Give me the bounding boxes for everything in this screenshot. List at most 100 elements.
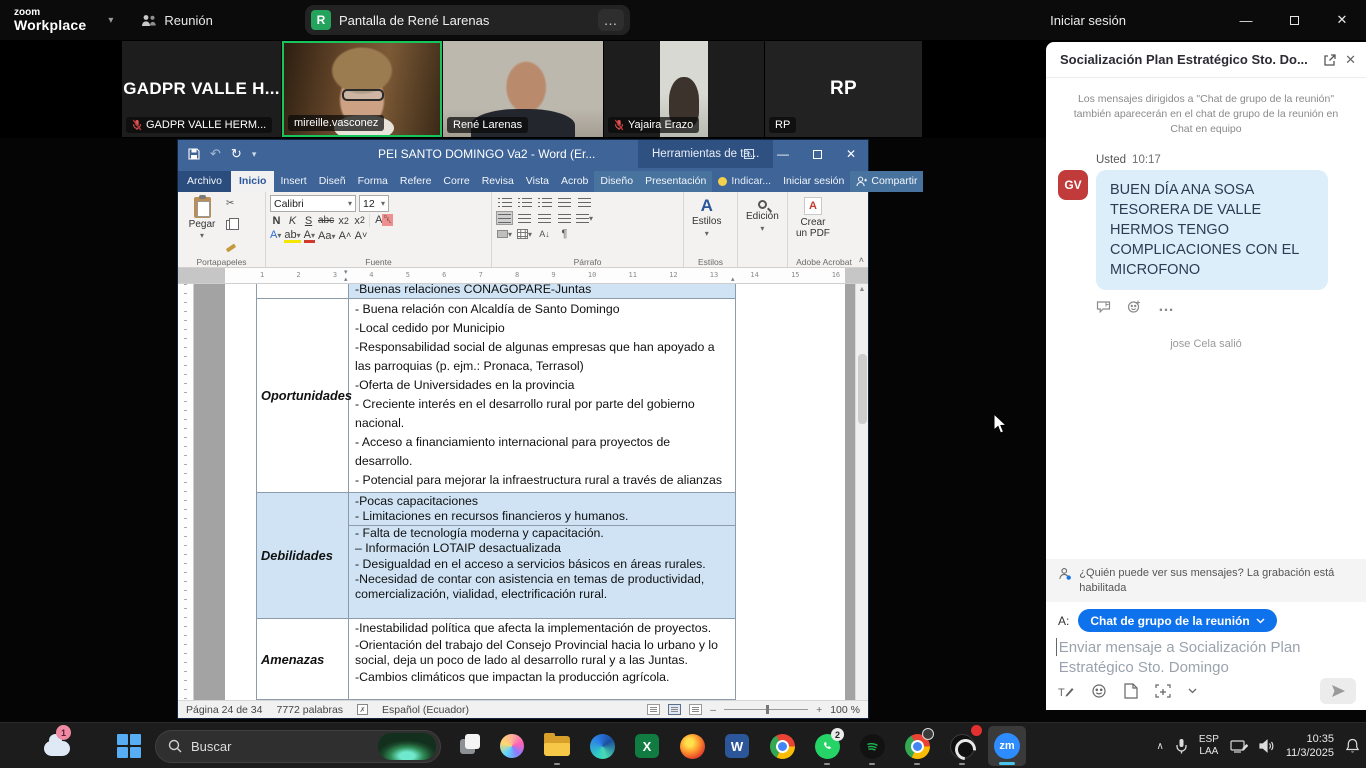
chrome-profile-icon[interactable] — [898, 726, 936, 766]
sign-in-button[interactable]: Iniciar sesión — [1050, 13, 1126, 28]
chrome-icon[interactable] — [763, 726, 801, 766]
change-case-button[interactable]: Aa▾ — [318, 230, 335, 242]
zoom-in-icon[interactable]: + — [816, 704, 822, 716]
print-layout-icon[interactable] — [668, 704, 681, 715]
word-count[interactable]: 7772 palabras — [276, 704, 343, 716]
multilevel-list-icon[interactable] — [536, 195, 553, 209]
increase-indent-icon[interactable] — [576, 195, 593, 209]
save-icon[interactable] — [188, 148, 200, 160]
show-paragraph-marks-icon[interactable]: ¶ — [556, 227, 573, 241]
numbering-icon[interactable] — [516, 195, 533, 209]
pop-out-icon[interactable] — [1323, 53, 1337, 67]
italic-button[interactable]: K — [286, 215, 299, 227]
zoom-out-icon[interactable]: – — [710, 704, 716, 716]
web-layout-icon[interactable] — [689, 704, 702, 715]
collapse-ribbon-icon[interactable]: ˄ — [859, 255, 864, 265]
close-button[interactable]: ✕ — [1318, 0, 1366, 40]
language-indicator[interactable]: ESP LAA — [1199, 734, 1219, 759]
message-bubble[interactable]: BUEN DÍA ANA SOSA TESORERA DE VALLE HERM… — [1096, 170, 1328, 290]
language-indicator[interactable]: Español (Ecuador) — [382, 704, 469, 716]
page-indicator[interactable]: Página 24 de 34 — [186, 704, 262, 716]
tab-tabla-presentacion[interactable]: Presentación — [639, 171, 712, 192]
word-close-button[interactable]: ✕ — [834, 140, 868, 168]
close-chat-icon[interactable]: ✕ — [1345, 52, 1356, 68]
row-label[interactable]: Oportunidades — [257, 299, 349, 492]
edge-icon[interactable] — [583, 726, 621, 766]
table-row[interactable]: Amenazas -Inestabilidad política que afe… — [257, 619, 735, 700]
zoom-slider[interactable] — [724, 709, 808, 710]
meeting-tab[interactable]: Reunión — [141, 13, 212, 28]
font-name-select[interactable]: Calibri▾ — [270, 195, 356, 212]
word-minimize-button[interactable]: — — [766, 140, 800, 168]
touch-keyboard-icon[interactable] — [1230, 739, 1248, 754]
editing-button[interactable]: Edición ▾ — [742, 195, 783, 254]
notification-bell-icon[interactable] — [1345, 738, 1360, 754]
send-to-selector[interactable]: Chat de grupo de la reunión — [1078, 609, 1276, 632]
tab-archivo[interactable]: Archivo — [178, 171, 231, 192]
paste-button[interactable]: Pegar ▾ — [182, 195, 222, 254]
superscript-button[interactable]: x2 — [353, 215, 366, 227]
highlight-color-button[interactable]: ab▾ — [284, 229, 300, 242]
tab-inicio[interactable]: Inicio — [231, 171, 274, 192]
maximize-button[interactable] — [1270, 0, 1318, 40]
strikethrough-button[interactable]: abc — [318, 215, 334, 226]
swot-table[interactable]: -Buenas relaciones CONAGOPARE-Juntas Opo… — [256, 284, 736, 700]
line-spacing-icon[interactable]: ▾ — [576, 211, 593, 225]
document-canvas[interactable]: -Buenas relaciones CONAGOPARE-Juntas Opo… — [178, 284, 868, 700]
text-effects-button[interactable]: A▾ — [270, 229, 281, 242]
tell-me-box[interactable]: Indicar... — [712, 171, 777, 192]
vertical-scrollbar[interactable]: ▲ — [855, 284, 868, 700]
scrollbar-thumb[interactable] — [858, 354, 867, 424]
document-page[interactable]: -Buenas relaciones CONAGOPARE-Juntas Opo… — [225, 284, 845, 700]
bold-button[interactable]: N — [270, 215, 283, 227]
emoji-icon[interactable] — [1091, 683, 1107, 699]
share-button[interactable]: Compartir — [850, 171, 923, 192]
customize-qat-icon[interactable]: ▾ — [252, 149, 257, 160]
firefox-icon[interactable] — [673, 726, 711, 766]
format-painter-icon[interactable] — [226, 239, 236, 252]
participant-tile-rene[interactable]: René Larenas — [443, 41, 603, 137]
shrink-font-button[interactable]: A˅ — [354, 230, 367, 242]
justify-icon[interactable] — [556, 211, 573, 225]
tab-revisar[interactable]: Revisa — [476, 171, 520, 192]
whatsapp-icon[interactable]: 2 — [808, 726, 846, 766]
cut-icon[interactable]: ✂ — [226, 197, 236, 210]
word-maximize-button[interactable] — [800, 140, 834, 168]
screen-share-pill[interactable]: R Pantalla de René Larenas … — [305, 5, 630, 35]
row-label[interactable]: Debilidades — [257, 493, 349, 618]
tab-acrobat[interactable]: Acrob — [555, 171, 594, 192]
spotify-icon[interactable] — [853, 726, 891, 766]
screenshot-icon[interactable] — [1155, 684, 1171, 699]
participant-tile-mireille-active-speaker[interactable]: mireille.vasconez — [282, 41, 442, 137]
microphone-icon[interactable] — [1175, 738, 1188, 754]
chevron-down-icon[interactable]: ▾ — [108, 15, 113, 26]
table-row[interactable]: -Buenas relaciones CONAGOPARE-Juntas — [257, 284, 735, 299]
bullets-icon[interactable] — [496, 195, 513, 209]
copy-icon[interactable] — [226, 218, 236, 231]
file-explorer-icon[interactable] — [538, 726, 576, 766]
message-more-icon[interactable]: … — [1158, 298, 1175, 316]
ribbon-display-options-icon[interactable]: ˄ — [732, 140, 766, 168]
undo-icon[interactable]: ↶ — [210, 146, 221, 162]
tab-correspondencia[interactable]: Corre — [437, 171, 475, 192]
participant-tile-rp[interactable]: RP RP — [765, 41, 922, 137]
vertical-ruler[interactable] — [178, 284, 194, 700]
tab-formato[interactable]: Forma — [352, 171, 394, 192]
align-center-icon[interactable] — [516, 211, 533, 225]
word-icon[interactable]: W — [718, 726, 756, 766]
tab-tabla-diseno[interactable]: Diseño — [594, 171, 639, 192]
borders-icon[interactable]: ▾ — [516, 227, 533, 241]
send-button[interactable] — [1320, 678, 1356, 704]
font-size-select[interactable]: 12▾ — [359, 195, 389, 212]
tray-overflow-icon[interactable]: ∧ — [1157, 741, 1164, 752]
subscript-button[interactable]: x2 — [337, 215, 350, 227]
table-row[interactable]: Oportunidades - Buena relación con Alcal… — [257, 299, 735, 493]
tab-vista[interactable]: Vista — [520, 171, 555, 192]
search-box[interactable]: Buscar — [155, 730, 441, 763]
zoom-level[interactable]: 100 % — [830, 704, 860, 716]
participant-tile-yajaira[interactable]: Yajaira Erazo — [604, 41, 764, 137]
align-left-icon[interactable] — [496, 211, 513, 225]
word-titlebar[interactable]: ↶ ↻ ▾ PEI SANTO DOMINGO Va2 - Word (Er..… — [178, 140, 868, 168]
clear-formatting-button[interactable]: A␡ — [369, 214, 393, 227]
more-options-icon[interactable]: … — [598, 9, 624, 31]
